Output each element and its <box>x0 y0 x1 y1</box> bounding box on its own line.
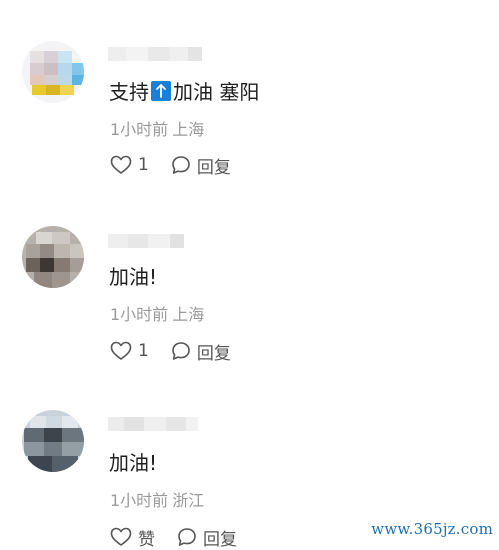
reply-label: 回复 <box>196 343 231 364</box>
comment-actions: 赞 回复 <box>110 524 237 550</box>
comment-time: 1小时前 <box>110 120 169 139</box>
comment-location: 上海 <box>172 305 205 324</box>
like-button[interactable]: 1 <box>110 341 149 361</box>
reply-button[interactable]: 回复 <box>171 339 231 364</box>
comment-item: 支持 加油 塞阳 1小时前 上海 1 回复 <box>0 0 499 190</box>
heart-icon <box>110 155 132 174</box>
username-blurred[interactable] <box>108 413 204 435</box>
speech-bubble-icon <box>178 528 196 546</box>
like-count: 1 <box>138 341 149 361</box>
reply-label: 回复 <box>196 157 231 178</box>
comment-item: 加油! 1小时前 上海 1 回复 <box>0 190 499 380</box>
username-blurred[interactable] <box>108 43 204 65</box>
comment-text-part: 加油! <box>109 451 158 475</box>
comment-text-part: 支持 <box>109 80 149 104</box>
comment-text-part: 加油 塞阳 <box>173 80 260 104</box>
username-blurred[interactable] <box>108 230 204 252</box>
speech-bubble-icon <box>172 156 190 174</box>
comment-time: 1小时前 <box>110 491 169 510</box>
watermark-text: www.365jz.com <box>371 520 493 538</box>
comment-text: 加油! <box>109 450 157 476</box>
comment-meta: 1小时前 上海 <box>110 120 204 140</box>
reply-button[interactable]: 回复 <box>171 153 231 178</box>
like-button[interactable]: 1 <box>110 155 149 175</box>
comment-meta: 1小时前 上海 <box>110 305 204 325</box>
heart-icon <box>110 341 132 360</box>
avatar[interactable] <box>22 41 84 103</box>
comment-location: 上海 <box>172 120 205 139</box>
comment-text: 加油! <box>109 264 157 290</box>
avatar[interactable] <box>22 410 84 472</box>
comment-text: 支持 加油 塞阳 <box>109 79 259 105</box>
comment-text-part: 加油! <box>109 265 158 289</box>
comment-time: 1小时前 <box>110 305 169 324</box>
comment-meta: 1小时前 浙江 <box>110 491 204 511</box>
comment-actions: 1 回复 <box>110 152 231 178</box>
like-count: 1 <box>138 155 149 175</box>
speech-bubble-icon <box>172 342 190 360</box>
up-arrow-button-icon <box>151 81 171 101</box>
heart-icon <box>110 527 132 546</box>
comment-location: 浙江 <box>172 491 205 510</box>
avatar[interactable] <box>22 226 84 288</box>
comment-actions: 1 回复 <box>110 338 231 364</box>
